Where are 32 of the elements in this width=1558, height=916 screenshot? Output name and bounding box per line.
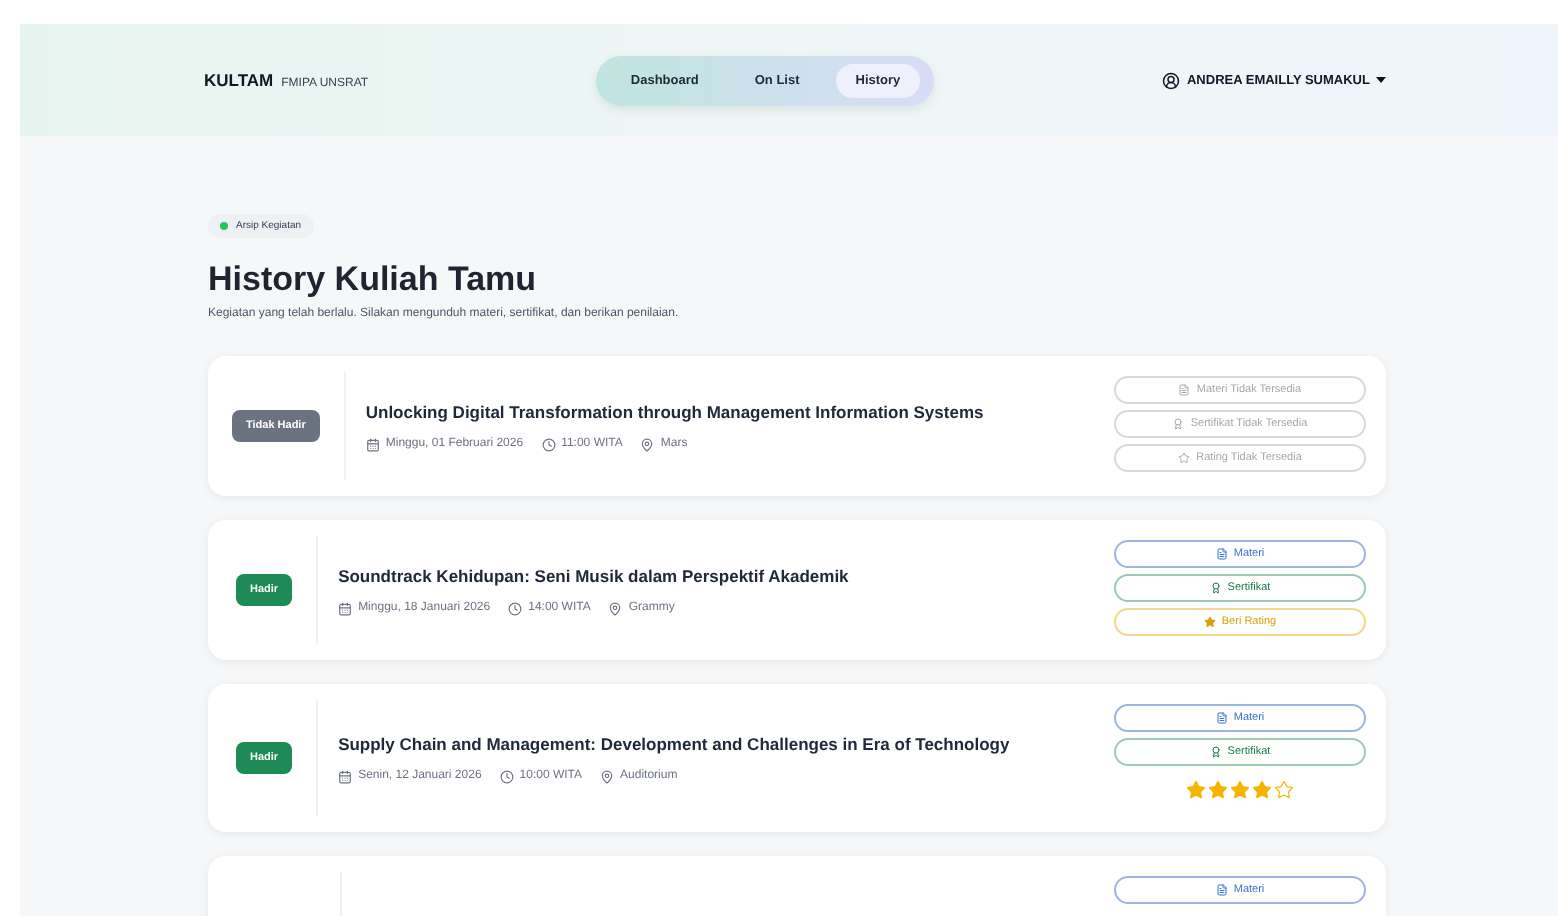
user-icon <box>1162 71 1181 89</box>
clock-icon <box>499 769 514 783</box>
file-icon <box>1215 884 1228 896</box>
calendar-icon <box>338 769 353 783</box>
star-icon <box>1178 452 1191 464</box>
caret-icon <box>1375 76 1386 84</box>
page-title: History Kuliah Tamu <box>208 260 539 300</box>
star-icon <box>1186 780 1206 800</box>
clock-icon <box>508 601 523 615</box>
location-pin-icon <box>640 437 655 451</box>
star-icon <box>1230 780 1250 800</box>
star-rating[interactable] <box>1186 780 1294 800</box>
event-title: Soundtrack Kehidupan: Seni Musik dalam Perspektif Akademik <box>338 565 851 585</box>
award-icon <box>1172 418 1185 430</box>
star-icon <box>1274 780 1294 800</box>
file-icon <box>1178 384 1191 396</box>
status-dot-icon <box>220 222 228 230</box>
award-icon <box>1209 746 1222 758</box>
event-title: Unlocking Digital Transformation through Management Information Systems <box>365 401 986 421</box>
location-pin-icon <box>600 769 615 783</box>
star-icon <box>1252 780 1272 800</box>
clock-icon <box>541 437 556 451</box>
file-icon <box>1215 712 1228 724</box>
location-pin-icon <box>608 601 623 615</box>
event-title: Supply Chain and Management: Development and Challenges in Era of Technology <box>338 733 1012 753</box>
award-icon <box>1209 582 1222 594</box>
star-icon <box>1203 616 1216 628</box>
file-icon <box>1215 548 1228 560</box>
calendar-icon <box>338 601 353 615</box>
calendar-icon <box>365 437 380 451</box>
star-icon <box>1208 780 1228 800</box>
brand-name: KULTAM <box>204 70 274 90</box>
